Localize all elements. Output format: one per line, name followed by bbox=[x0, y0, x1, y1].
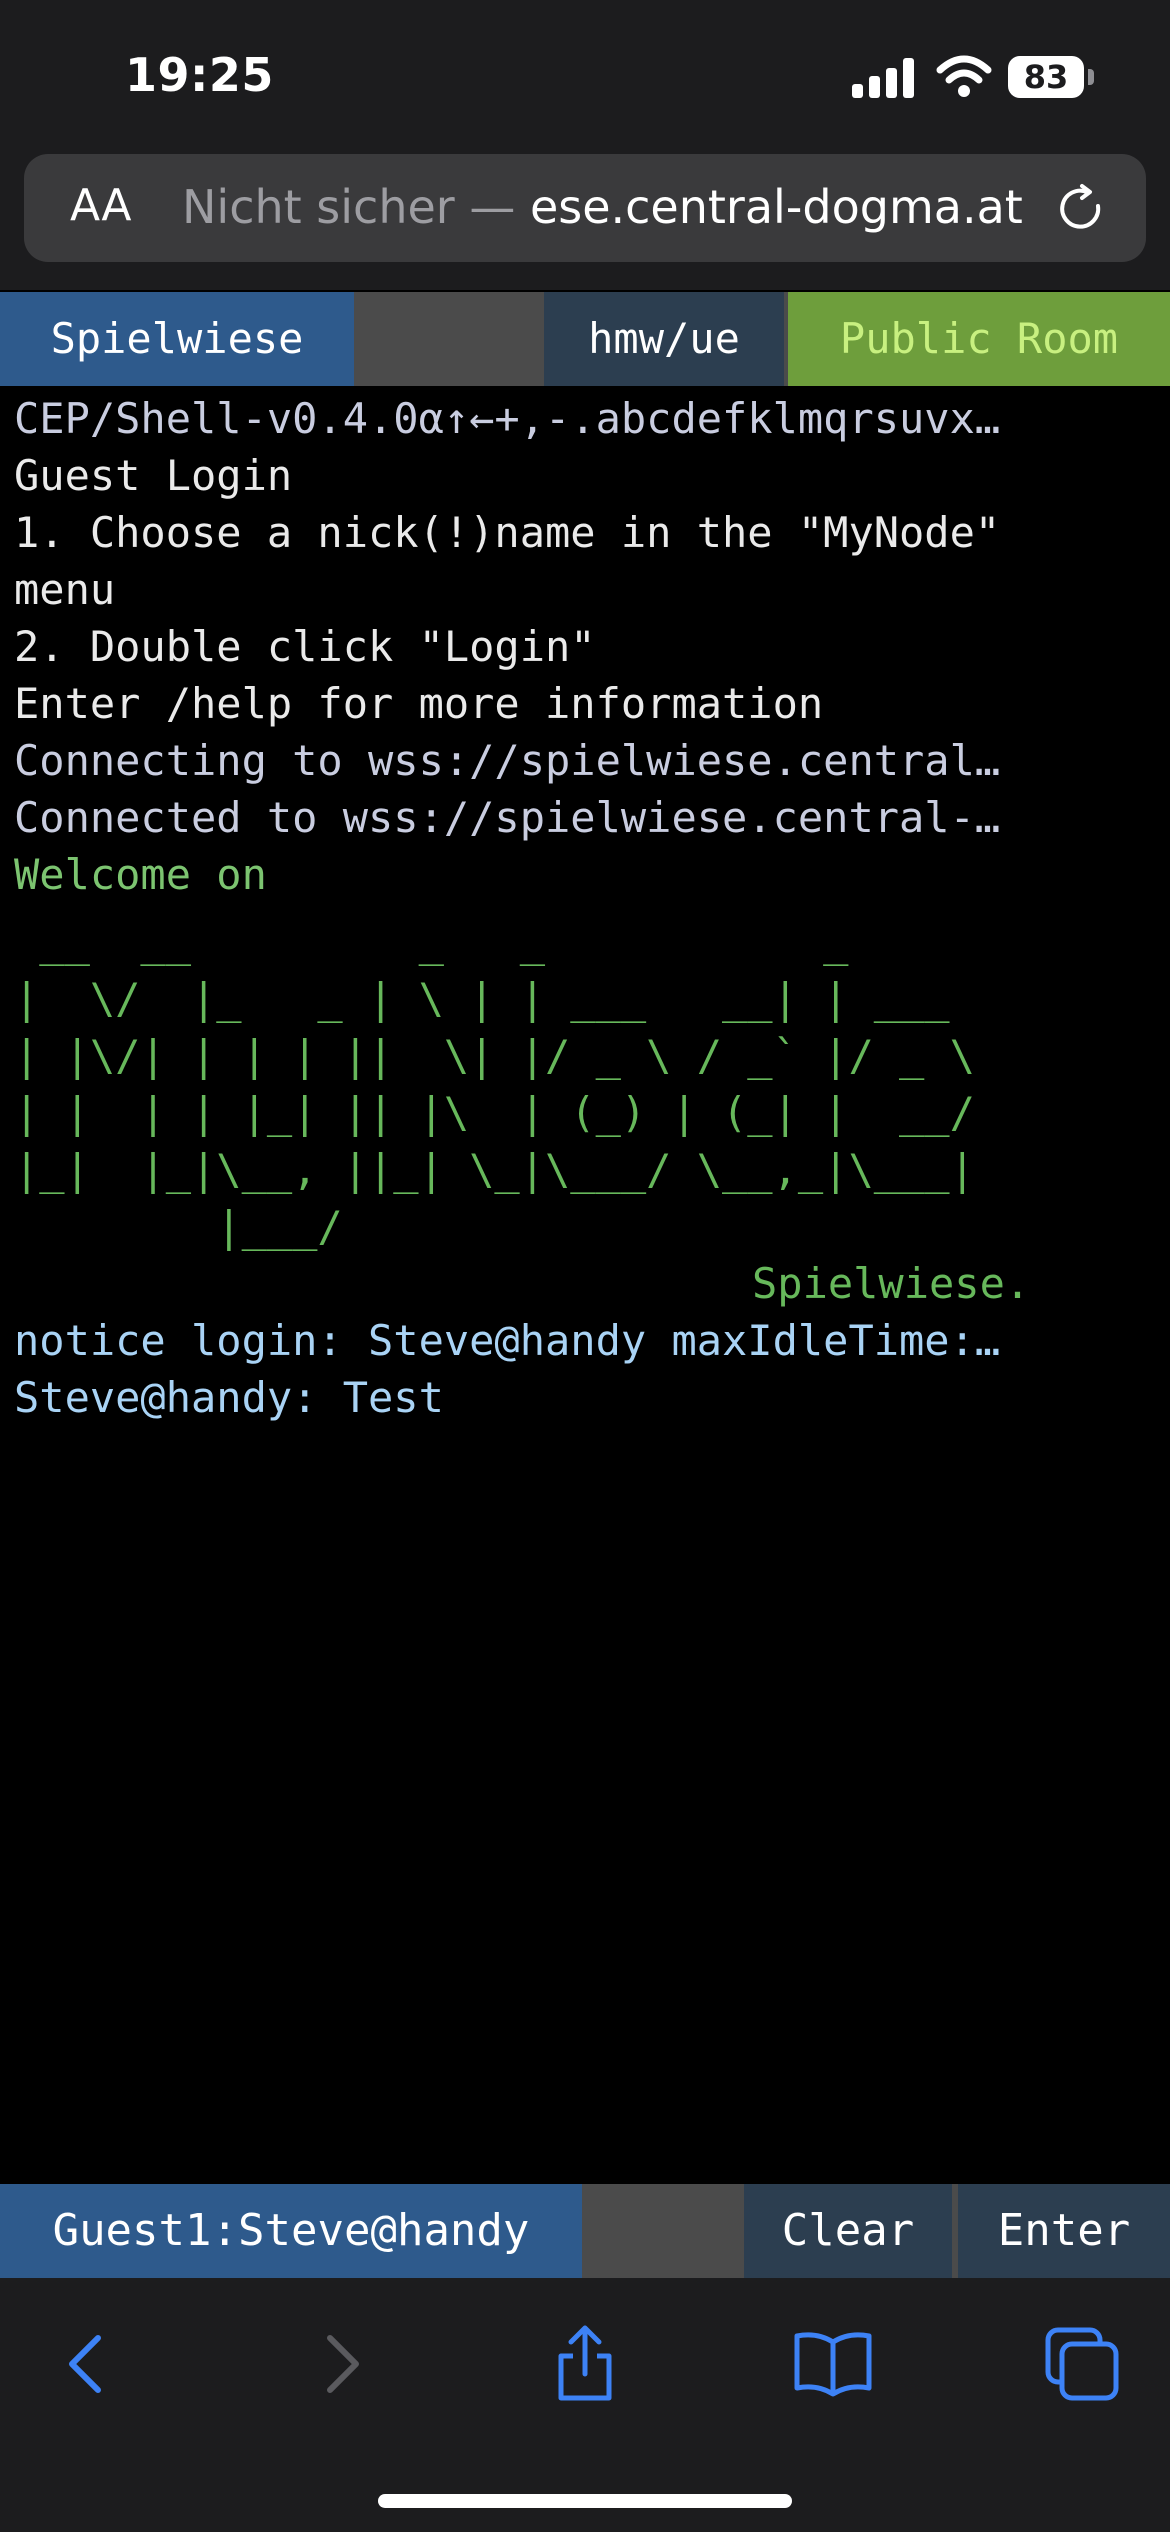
terminal-line: 2. Double click "Login" bbox=[14, 622, 596, 671]
tab-public-room[interactable]: Public Room bbox=[788, 292, 1170, 386]
text-size-button[interactable]: AA bbox=[70, 180, 131, 231]
url-host: ese.central-dogma.at bbox=[529, 180, 1023, 234]
security-label: Nicht sicher — bbox=[182, 180, 530, 234]
bookmarks-icon[interactable] bbox=[791, 2322, 875, 2406]
forward-icon bbox=[327, 2335, 359, 2393]
status-time: 19:25 bbox=[125, 48, 274, 102]
reload-icon[interactable] bbox=[1054, 182, 1108, 236]
enter-button[interactable]: Enter bbox=[958, 2184, 1170, 2278]
tabs-icon[interactable] bbox=[1040, 2322, 1124, 2406]
ascii-banner-subtitle: Spielwiese. bbox=[752, 1259, 1031, 1308]
user-identity-button[interactable]: Guest1:Steve@handy bbox=[0, 2184, 582, 2278]
cellular-signal-icon bbox=[852, 58, 914, 98]
terminal-line-connecting: Connecting to wss://spielwiese.central… bbox=[14, 736, 1001, 785]
address-bar[interactable]: AA Nicht sicher — ese.central-dogma.at bbox=[24, 154, 1146, 262]
address-bar-container: AA Nicht sicher — ese.central-dogma.at bbox=[0, 150, 1170, 290]
terminal-line: menu bbox=[14, 565, 116, 614]
battery-level: 83 bbox=[1023, 58, 1069, 96]
terminal-line: Guest Login bbox=[14, 451, 293, 500]
battery-icon: 83 bbox=[1008, 56, 1094, 98]
terminal-line: Enter /help for more information bbox=[14, 679, 824, 728]
top-tab-bar: Spielwiese hmw/ue Public Room bbox=[0, 292, 1170, 386]
status-bar: 19:25 83 bbox=[0, 0, 1170, 150]
terminal-line-connected: Connected to wss://spielwiese.central-… bbox=[14, 793, 1001, 842]
clear-button[interactable]: Clear bbox=[744, 2184, 952, 2278]
terminal-line-welcome: Welcome on bbox=[14, 850, 267, 899]
home-indicator[interactable] bbox=[378, 2494, 792, 2508]
url-field[interactable]: Nicht sicher — ese.central-dogma.at bbox=[182, 180, 1023, 234]
mynode-ascii-banner: __ __ _ _ _ | \/ |_ _ | \ | | ___ __| | … bbox=[14, 917, 975, 1251]
terminal-line-notice: notice login: Steve@handy maxIdleTime:… bbox=[14, 1316, 1001, 1365]
wifi-icon bbox=[936, 55, 992, 97]
share-icon[interactable] bbox=[543, 2322, 627, 2406]
tab-spielwiese[interactable]: Spielwiese bbox=[0, 292, 354, 386]
text-size-label: AA bbox=[70, 180, 132, 231]
bottom-input-bar: Guest1:Steve@handy Clear Enter bbox=[0, 2184, 1170, 2278]
terminal-line-version: CEP/Shell-v0.4.0α↑←+,-.abcdefklmqrsuvx… bbox=[14, 394, 1001, 443]
terminal-line: 1. Choose a nick(!)name in the "MyNode" bbox=[14, 508, 1001, 557]
terminal-line-message: Steve@handy: Test bbox=[14, 1373, 444, 1422]
tab-hmw-ue[interactable]: hmw/ue bbox=[544, 292, 784, 386]
back-icon[interactable] bbox=[46, 2322, 130, 2406]
terminal-output[interactable]: CEP/Shell-v0.4.0α↑←+,-.abcdefklmqrsuvx… … bbox=[14, 390, 1164, 1426]
